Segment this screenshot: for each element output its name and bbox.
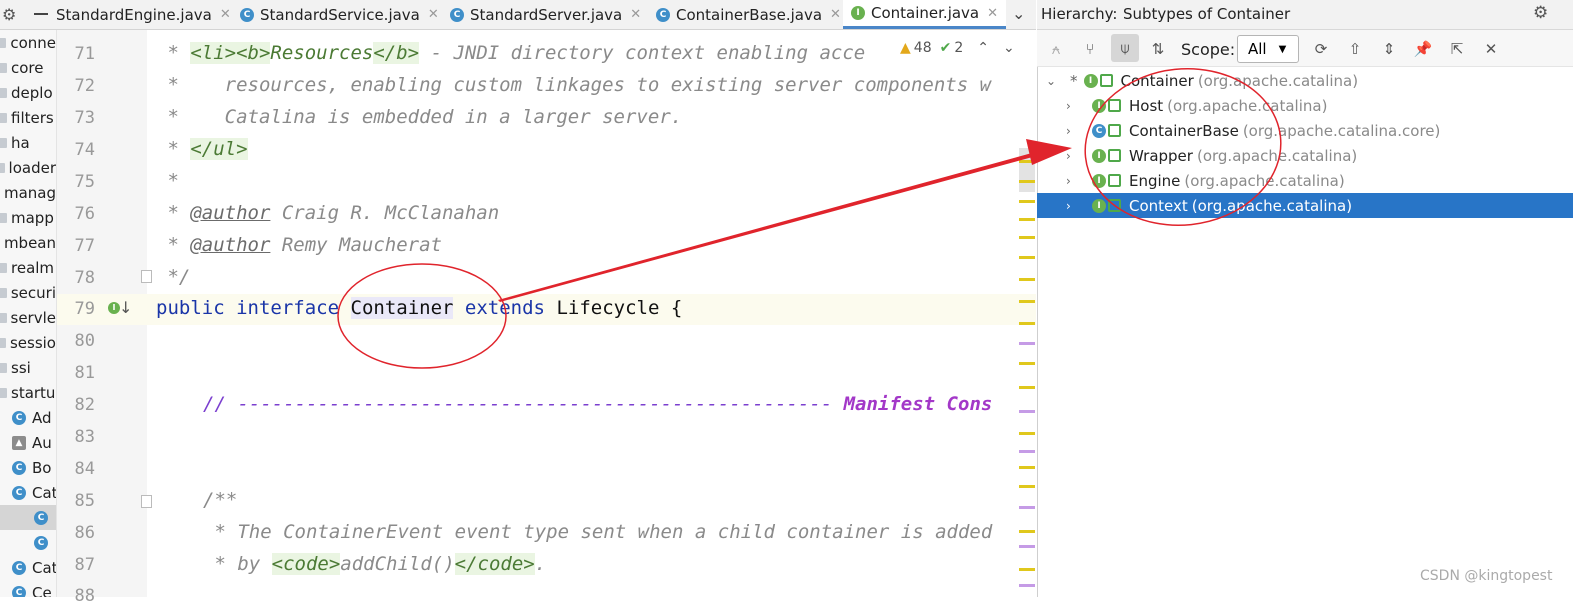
annotation-ellipse xyxy=(337,263,507,369)
annotation-arrowhead xyxy=(1026,139,1072,165)
watermark: CSDN @kingtopest xyxy=(1420,568,1553,584)
annotation-ellipse xyxy=(1084,68,1282,226)
annotation-overlay xyxy=(337,68,1282,369)
annotation-arrow-shaft xyxy=(498,148,1051,302)
